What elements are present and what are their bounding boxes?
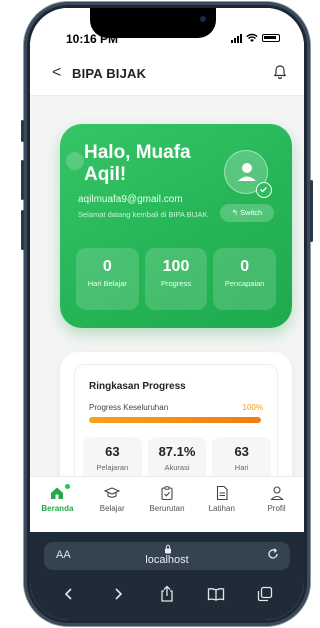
stat-hari-belajar: 0 Hari Belajar: [76, 248, 139, 310]
share-icon[interactable]: [157, 584, 177, 604]
phone-volume-down: [21, 210, 24, 250]
greeting-text: Halo, Muafa Aqil!: [84, 142, 191, 185]
overall-progress-fill: [89, 417, 261, 423]
lock-icon: [165, 544, 171, 554]
camera-dot: [200, 16, 206, 22]
stat-value: 63: [234, 444, 249, 459]
nav-item-beranda[interactable]: Beranda: [30, 477, 85, 532]
stat-label: Akurasi: [164, 463, 190, 472]
app-bar: < BIPA BIJAK: [30, 50, 304, 96]
clipboard-check-icon: [161, 486, 173, 501]
overall-progress-bar: [89, 417, 261, 423]
decorative-glow: [66, 152, 84, 170]
url-bar[interactable]: AA localhost: [44, 542, 290, 570]
nav-label: Profil: [267, 504, 286, 513]
document-icon: [216, 485, 228, 501]
graduation-cap-icon: [104, 487, 121, 498]
overall-progress-percent: 100%: [242, 403, 263, 412]
stat-label: Progress: [161, 279, 192, 288]
phone-volume-up: [21, 160, 24, 200]
status-bar: 10:16 PM: [30, 8, 304, 50]
status-time: 10:16 PM: [66, 32, 119, 46]
back-button[interactable]: <: [52, 64, 61, 82]
phone-power-button: [310, 180, 313, 242]
stat-value: 100: [162, 258, 190, 275]
switch-button[interactable]: ↰ Switch: [220, 204, 274, 222]
battery-icon: [262, 34, 280, 42]
nav-label: Latihan: [208, 504, 235, 513]
user-icon: [269, 486, 284, 501]
nav-item-latihan[interactable]: Latihan: [194, 477, 249, 532]
browser-chrome: AA localhost: [30, 532, 304, 620]
system-icons: [231, 33, 280, 43]
browser-toolbar: [30, 584, 304, 604]
nav-item-belajar[interactable]: Belajar: [85, 477, 140, 532]
stat-label: Pencapaian: [224, 279, 265, 288]
stat-label: Hari Belajar: [87, 279, 127, 288]
nav-label: Berurutan: [149, 504, 185, 513]
stat-value: 87.1%: [158, 444, 196, 459]
welcome-text: Selamat datang kembali di BIPA BIJAK: [78, 210, 208, 219]
stat-value: 63: [105, 444, 120, 459]
user-email: aqilmuafa9@gmail.com: [78, 194, 183, 205]
nav-label: Belajar: [99, 504, 125, 513]
bell-icon[interactable]: [272, 64, 288, 80]
app-title: BIPA BIJAK: [72, 66, 147, 81]
main-content[interactable]: Halo, Muafa Aqil! aqilmuafa9@gmail.com S…: [30, 96, 304, 504]
signal-icon: [231, 33, 242, 43]
switch-label: Switch: [240, 208, 263, 217]
stat-value: 0: [102, 258, 112, 275]
stat-label: Pelajaran: [96, 463, 129, 472]
wifi-icon: [246, 33, 258, 42]
nav-label: Beranda: [41, 504, 74, 513]
forward-icon[interactable]: [108, 584, 128, 604]
home-icon: [51, 487, 64, 499]
phone-frame: 10:16 PM < BIPA BIJAK Halo, Muafa Aqil! …: [21, 2, 313, 626]
stat-pencapaian: 0 Pencapaian: [213, 248, 277, 310]
reload-icon[interactable]: [266, 547, 280, 561]
hero-stats: 0 Hari Belajar 100 Progress 0 Pencapaian: [76, 248, 277, 310]
nav-item-berurutan[interactable]: Berurutan: [140, 477, 195, 532]
url-text: localhost: [145, 554, 189, 566]
overall-progress-label: Progress Keseluruhan: [89, 403, 169, 412]
active-indicator-dot: [65, 484, 70, 489]
verified-badge-icon: [256, 182, 272, 198]
tabs-icon[interactable]: [255, 584, 275, 604]
stat-value: 0: [240, 258, 250, 275]
bookmarks-icon[interactable]: [206, 584, 226, 604]
stat-label: Hari: [234, 463, 249, 472]
progress-summary-title: Ringkasan Progress: [89, 381, 186, 392]
back-icon[interactable]: [59, 584, 79, 604]
nav-item-profil[interactable]: Profil: [249, 477, 304, 532]
switch-icon: ↰: [231, 208, 239, 217]
stat-progress: 100 Progress: [144, 248, 208, 310]
welcome-card: Halo, Muafa Aqil! aqilmuafa9@gmail.com S…: [60, 124, 292, 328]
screen: 10:16 PM < BIPA BIJAK Halo, Muafa Aqil! …: [30, 8, 304, 620]
bottom-nav: Beranda Belajar Berurutan Latihan Profil: [30, 476, 304, 532]
phone-side-button: [21, 120, 24, 142]
